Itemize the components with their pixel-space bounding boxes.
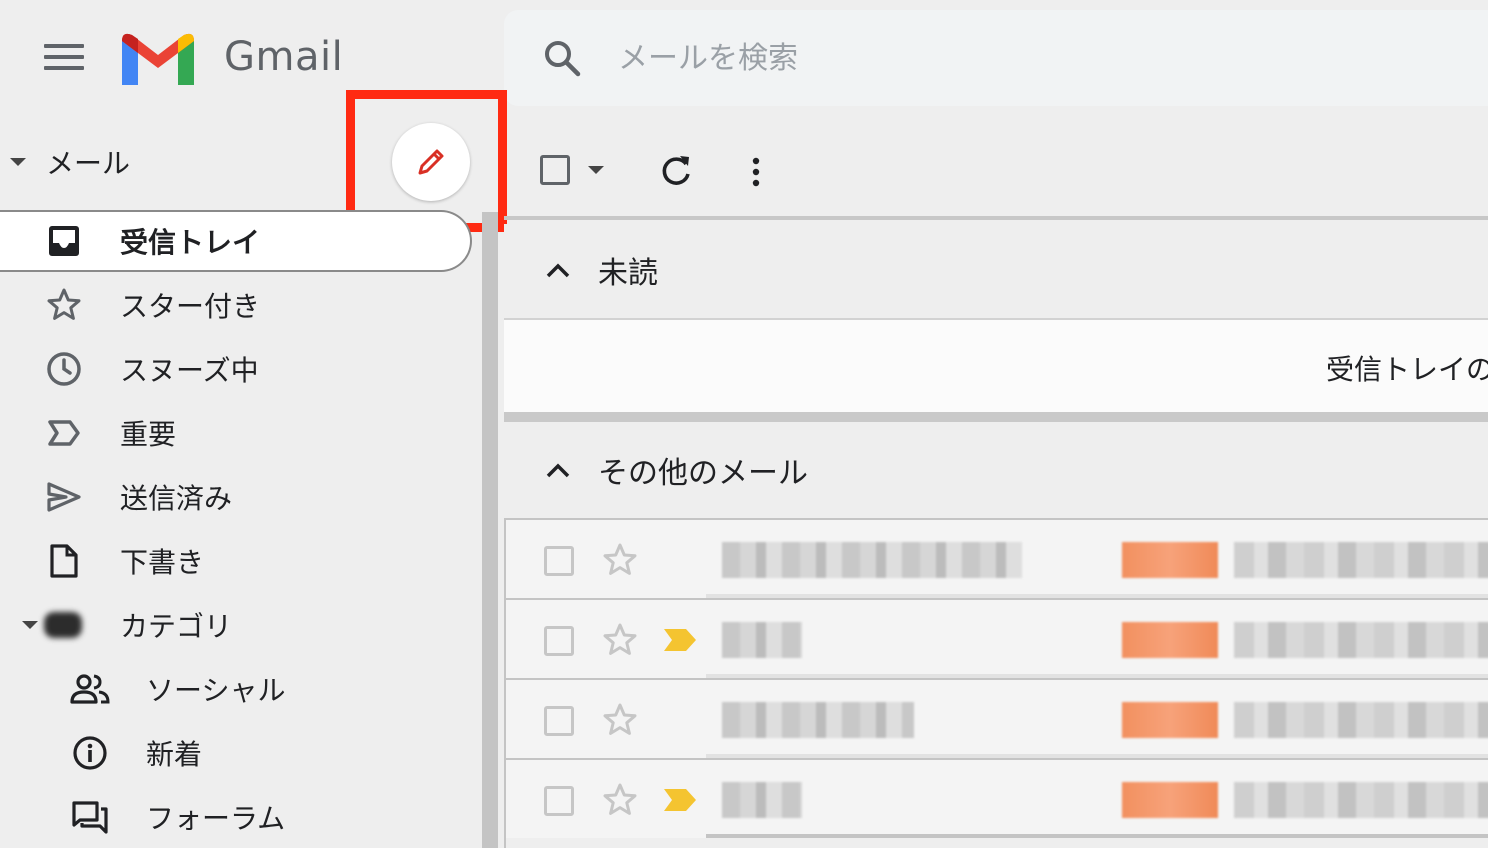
sender-redacted [722,622,802,658]
message-list [504,518,1488,848]
message-row[interactable] [506,678,1488,758]
sender-redacted [722,542,1022,578]
gmail-logo-icon[interactable] [122,31,194,85]
message-row[interactable] [506,758,1488,838]
important-marker-icon[interactable] [664,789,696,811]
expand-caret-icon [10,158,26,166]
other-section-header[interactable]: その他のメール [504,424,1488,514]
sidebar-item-label: 受信トレイ [120,226,261,259]
star-icon [44,285,84,325]
row-checkbox[interactable] [544,706,574,736]
sidebar-item-label: カテゴリ [120,610,233,643]
label-tag-redacted [1122,622,1218,658]
subject-redacted [1234,702,1488,738]
send-icon [44,477,84,517]
row-separator [706,834,1488,838]
search-icon[interactable] [542,38,582,78]
section-title: その他のメール [598,456,808,491]
inbox-icon [44,221,84,261]
subject-redacted [1234,542,1488,578]
toolbar-divider [504,216,1488,220]
chevron-up-icon [546,463,570,478]
info-icon [70,733,110,773]
star-icon[interactable] [602,702,638,738]
unread-empty-state: 受信トレイの [504,318,1488,412]
important-icon [44,413,84,453]
star-icon[interactable] [602,622,638,658]
menu-bar [44,44,84,48]
section-title: 未読 [598,256,658,291]
row-checkbox[interactable] [544,546,574,576]
search-input[interactable] [618,36,1218,80]
chevron-up-icon [546,263,570,278]
sidebar-item-categories[interactable]: カテゴリ [0,594,300,656]
people-icon [70,669,110,709]
sender-redacted [722,702,914,738]
sidebar-scrollbar[interactable] [482,212,498,848]
select-menu-caret-icon[interactable] [588,166,604,174]
sidebar-item-label: フォーラム [146,802,286,835]
sidebar-item-inbox[interactable]: 受信トレイ [0,210,472,272]
mail-section-label: メール [46,147,131,180]
menu-bar [44,66,84,70]
forum-icon [70,797,110,837]
unread-section-header[interactable]: 未読 [504,224,1488,314]
sidebar-item-label: スヌーズ中 [120,354,259,387]
sidebar-item-label: 重要 [120,418,177,451]
row-checkbox[interactable] [544,786,574,816]
draft-icon [44,541,84,581]
sidebar-item-label: スター付き [120,290,261,323]
star-icon[interactable] [602,542,638,578]
app-brand: Gmail [224,34,344,80]
label-tag-redacted [1122,782,1218,818]
mail-section-toggle[interactable]: メール [10,142,130,182]
main-menu-button[interactable] [44,44,84,74]
menu-bar [44,55,84,59]
search-bar[interactable] [504,10,1488,106]
message-row[interactable] [506,598,1488,678]
row-checkbox[interactable] [544,626,574,656]
sidebar-item-label: 新着 [146,738,203,771]
expand-caret-icon [22,621,38,629]
star-icon[interactable] [602,782,638,818]
label-tag-redacted [1122,542,1218,578]
sidebar-item-label: ソーシャル [146,674,286,707]
section-divider [504,412,1488,422]
subject-redacted [1234,782,1488,818]
category-icon [44,612,82,638]
important-marker-icon[interactable] [664,629,696,651]
mail-toolbar [504,120,1488,220]
empty-message: 受信トレイの [1326,353,1488,386]
select-all-checkbox[interactable] [540,155,570,185]
clock-icon [44,349,84,389]
subject-redacted [1234,622,1488,658]
label-tag-redacted [1122,702,1218,738]
sender-redacted [722,782,802,818]
refresh-icon[interactable] [658,152,694,188]
sidebar-item-label: 送信済み [120,482,233,515]
message-row[interactable] [506,518,1488,598]
more-vert-icon[interactable] [744,154,768,190]
sidebar-item-label: 下書き [120,546,205,579]
